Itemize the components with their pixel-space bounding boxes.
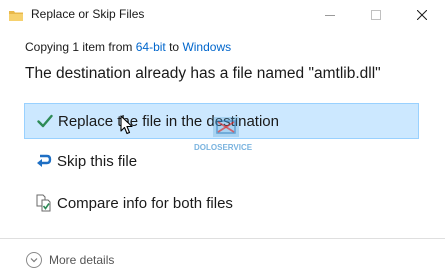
skip-option-label: Skip this file — [57, 152, 138, 170]
title-bar: Replace or Skip Files — [0, 0, 445, 30]
copy-status-prefix: Copying 1 item from — [25, 40, 136, 54]
expand-details-button[interactable] — [26, 252, 42, 268]
compare-option[interactable]: Compare info for both files — [24, 185, 419, 221]
maximize-icon — [371, 10, 381, 20]
destination-folder-link[interactable]: Windows — [182, 40, 231, 54]
source-folder-link[interactable]: 64-bit — [136, 40, 166, 54]
chevron-down-icon — [30, 258, 38, 263]
compare-option-label: Compare info for both files — [57, 194, 233, 212]
skip-arrow-icon — [33, 150, 55, 172]
watermark-logo: DOLOSERVICE — [194, 117, 253, 152]
conflict-heading: The destination already has a file named… — [25, 65, 381, 82]
copy-status-middle: to — [165, 40, 183, 54]
minimize-icon — [325, 15, 335, 16]
svg-text:DOLOSERVICE: DOLOSERVICE — [194, 143, 253, 152]
window-title: Replace or Skip Files — [31, 7, 145, 21]
mouse-cursor-icon — [120, 115, 133, 135]
close-icon — [417, 10, 427, 20]
checkmark-icon — [34, 110, 56, 132]
folder-icon — [9, 11, 23, 21]
maximize-button[interactable] — [353, 0, 399, 30]
minimize-button[interactable] — [307, 0, 353, 30]
more-details-label[interactable]: More details — [49, 253, 114, 267]
dialog-footer: More details — [0, 238, 445, 278]
copy-status: Copying 1 item from 64-bit to Windows — [25, 40, 231, 54]
compare-files-icon — [33, 192, 55, 214]
close-button[interactable] — [399, 0, 445, 30]
